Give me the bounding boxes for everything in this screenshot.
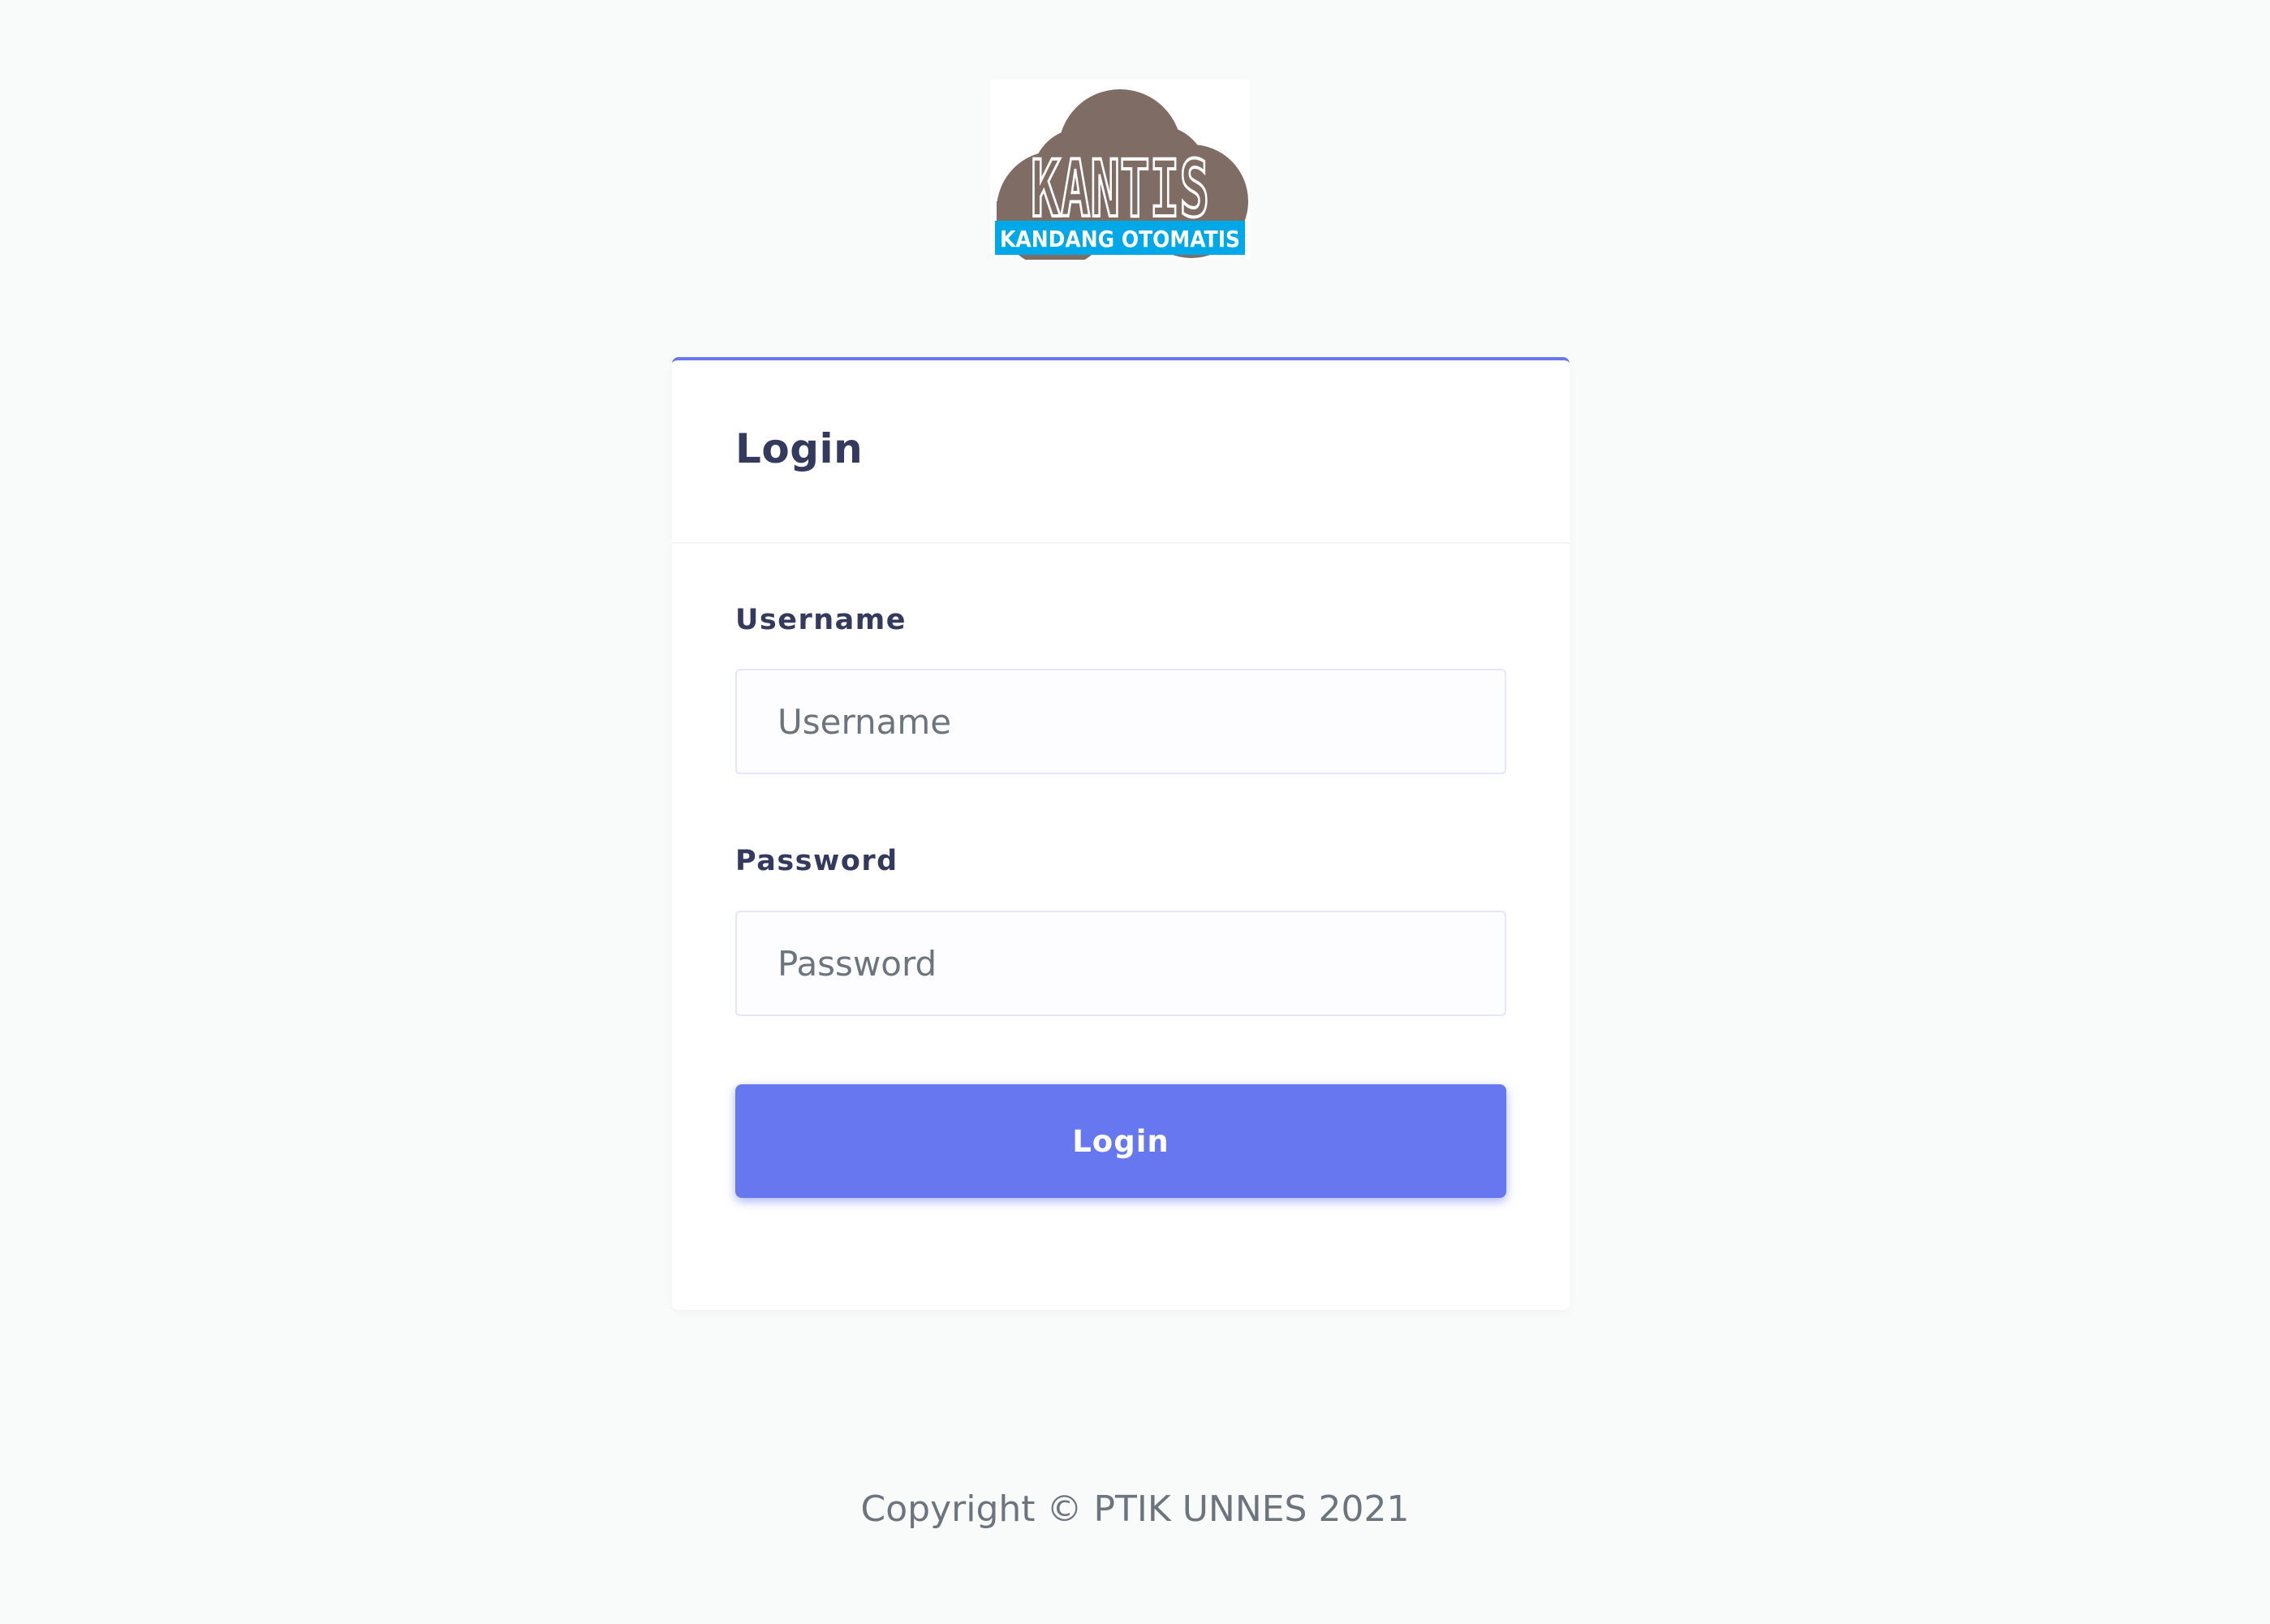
card-header: Login — [672, 360, 1570, 544]
kantis-logo: KANTIS KANDANG OTOMATIS — [990, 80, 1250, 260]
login-button[interactable]: Login — [735, 1084, 1506, 1198]
username-label: Username — [735, 604, 907, 636]
cloud-logo-graphic: KANTIS KANDANG OTOMATIS — [990, 80, 1250, 260]
copyright-footer: Copyright © PTIK UNNES 2021 — [860, 1488, 1410, 1530]
logo-subtitle: KANDANG OTOMATIS — [1000, 226, 1240, 252]
password-label: Password — [735, 845, 898, 877]
card-title: Login — [735, 425, 864, 472]
username-input[interactable] — [735, 669, 1506, 774]
login-card: Login Username Password Login — [672, 357, 1570, 1310]
password-input[interactable] — [735, 911, 1506, 1016]
